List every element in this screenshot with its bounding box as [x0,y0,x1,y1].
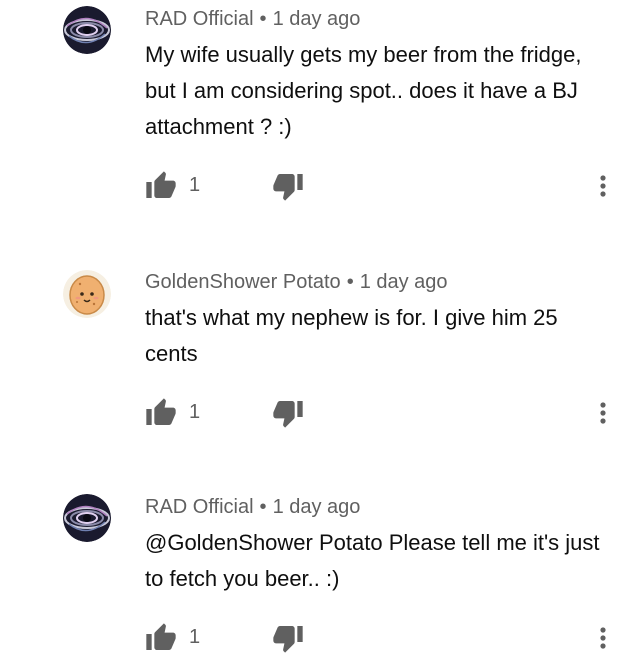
spiral-vortex-avatar-icon [63,494,111,542]
more-vert-icon [600,627,606,649]
thumbs-up-icon [146,623,176,650]
like-button[interactable] [145,622,177,654]
comment-actions: 1 [145,622,625,658]
author-name[interactable]: RAD Official [145,8,254,30]
comment-time[interactable]: 1 day ago [273,496,361,518]
like-button[interactable] [145,170,177,202]
like-count: 1 [189,626,201,648]
dislike-button[interactable] [272,622,304,654]
comment-text: @GoldenShower Potato Please tell me it's… [145,530,600,591]
comment-time[interactable]: 1 day ago [273,8,361,30]
dislike-button[interactable] [272,397,304,429]
like-button[interactable] [145,397,177,429]
author-avatar[interactable] [63,6,111,54]
thumbs-down-icon [273,401,303,428]
meta-separator: • [259,496,267,518]
comment-time[interactable]: 1 day ago [360,271,448,293]
author-name[interactable]: GoldenShower Potato [145,271,341,293]
comment-meta: RAD Official • 1 day ago [145,7,360,31]
like-count: 1 [189,174,201,196]
author-avatar[interactable] [63,270,111,318]
author-name[interactable]: RAD Official [145,496,254,518]
thumbs-up-icon [146,398,176,425]
more-vert-icon [600,175,606,197]
more-options-button[interactable] [593,622,613,654]
thumbs-down-icon [273,626,303,653]
more-options-button[interactable] [593,397,613,429]
more-options-button[interactable] [593,170,613,202]
like-count: 1 [189,401,201,423]
meta-separator: • [259,8,267,30]
comment-text: My wife usually gets my beer from the fr… [145,42,582,139]
dislike-button[interactable] [272,170,304,202]
thumbs-down-icon [273,174,303,201]
comment-meta: GoldenShower Potato • 1 day ago [145,270,448,294]
comment-meta: RAD Official • 1 day ago [145,495,360,519]
potato-avatar-icon [63,270,111,318]
comment-text: that's what my nephew is for. I give him… [145,305,558,366]
comment-actions: 1 [145,397,625,433]
spiral-vortex-avatar-icon [63,6,111,54]
author-avatar[interactable] [63,494,111,542]
meta-separator: • [346,271,354,293]
comment-actions: 1 [145,170,625,206]
more-vert-icon [600,402,606,424]
comment-item: RAD Official • 1 day ago My wife usually g… [0,0,640,230]
thumbs-up-icon [146,171,176,198]
